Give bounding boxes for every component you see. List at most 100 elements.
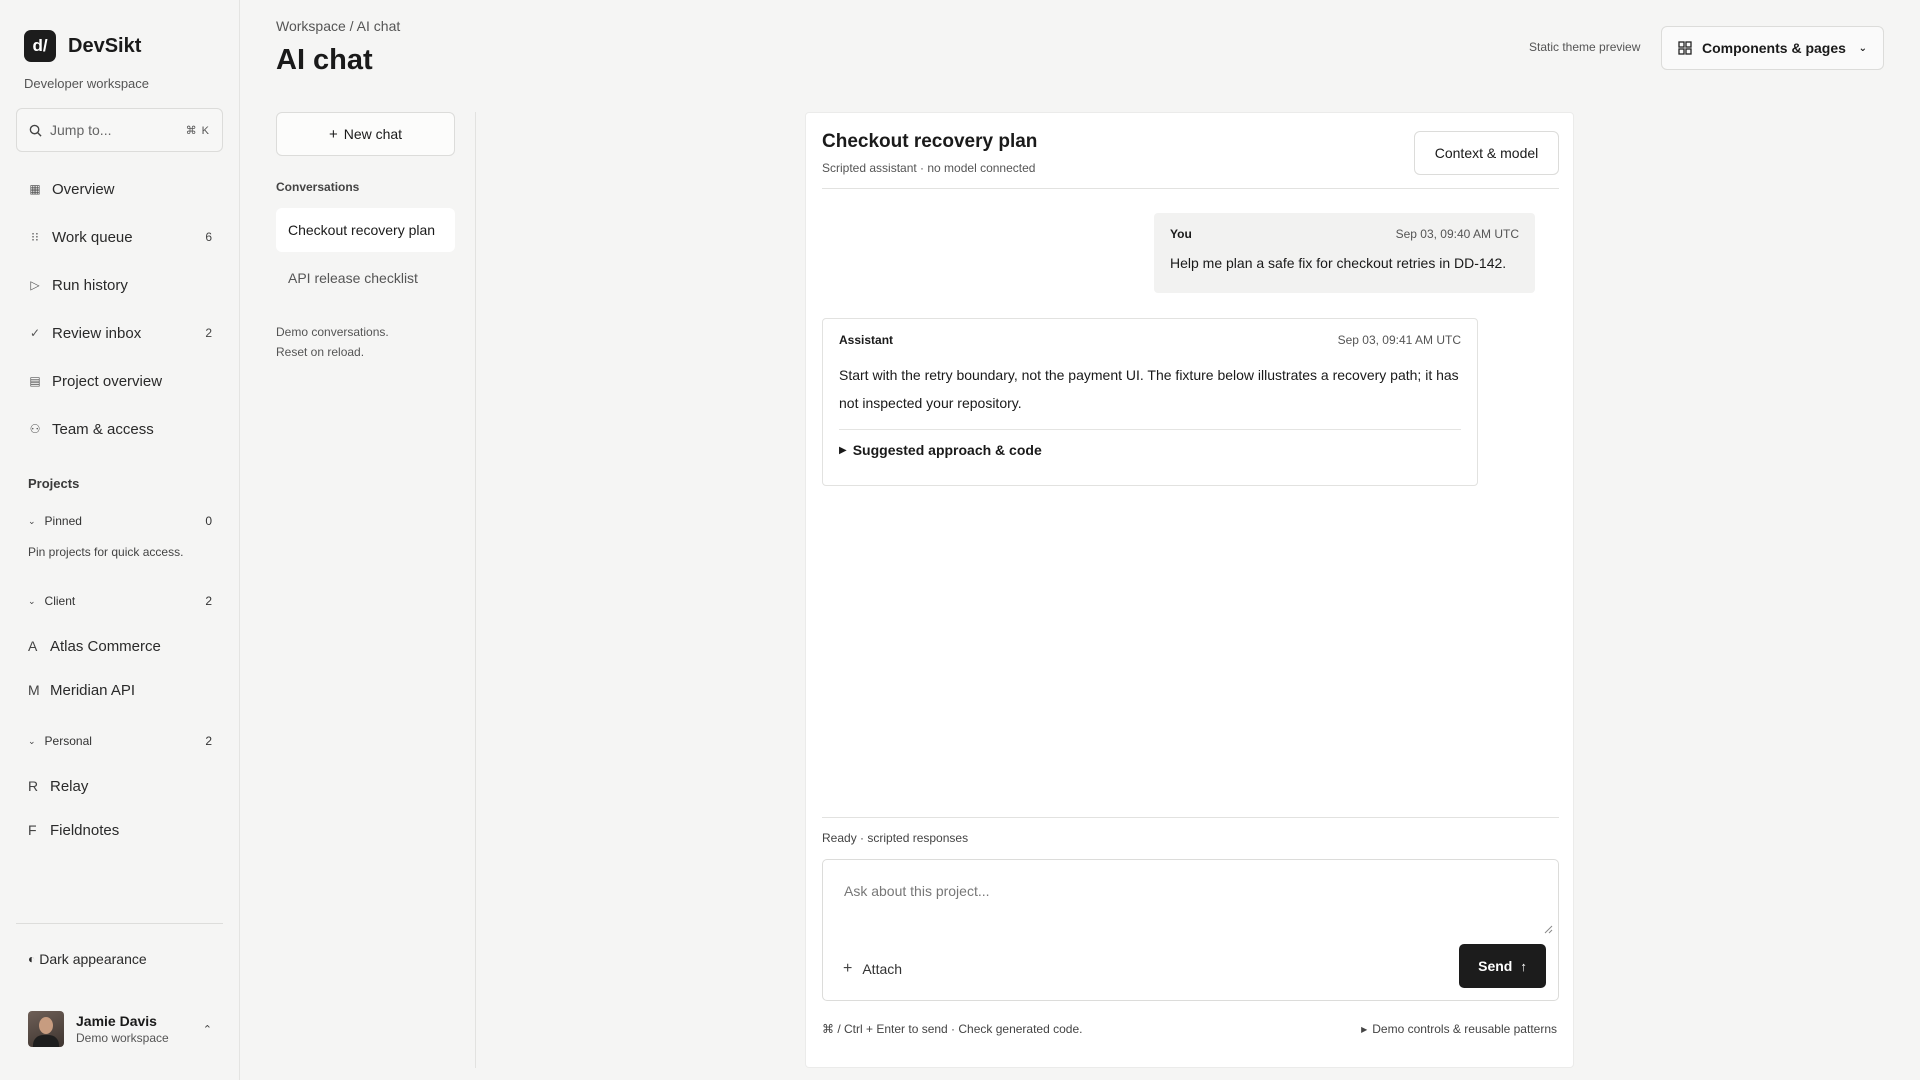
composer: + Attach Send ↑ — [822, 859, 1559, 1001]
conversation-item[interactable]: API release checklist — [276, 256, 455, 300]
group-personal[interactable]: ⌄ Personal 2 — [28, 731, 212, 751]
project-initial: F — [28, 822, 37, 838]
message-text: Help me plan a safe fix for checkout ret… — [1170, 255, 1507, 271]
conversation-item[interactable]: Checkout recovery plan — [276, 208, 455, 252]
plus-icon: + — [843, 960, 853, 977]
new-chat-button[interactable]: + New chat — [276, 112, 455, 156]
context-model-button[interactable]: Context & model — [1414, 131, 1559, 175]
user-message: You Sep 03, 09:40 AM UTC Help me plan a … — [1154, 213, 1535, 293]
nav-count: 2 — [205, 326, 212, 340]
group-client[interactable]: ⌄ Client 2 — [28, 591, 212, 611]
composer-divider — [822, 817, 1559, 818]
nav-count: 6 — [205, 230, 212, 244]
message-text: Start with the retry boundary, not the p… — [839, 367, 1459, 411]
jump-to-search[interactable]: Jump to... ⌘ K — [16, 108, 223, 152]
search-icon — [29, 124, 42, 137]
chevron-down-icon: ⌄ — [28, 595, 36, 606]
pinned-hint: Pin projects for quick access. — [28, 545, 184, 559]
nav-label: Work queue — [52, 228, 133, 246]
demo-note: Demo conversations. Reset on reload. — [276, 322, 389, 362]
keyboard-hint: ⌘ / Ctrl + Enter to send · Check generat… — [822, 1022, 1083, 1036]
arrow-up-icon: ↑ — [1520, 958, 1527, 974]
chevron-down-icon: ⌄ — [28, 735, 36, 746]
group-count: 2 — [205, 594, 212, 608]
avatar — [28, 1011, 64, 1047]
suggested-approach-toggle[interactable]: ▶ Suggested approach & code — [839, 442, 1461, 458]
caret-right-icon: ▶ — [839, 444, 847, 456]
jump-shortcut: ⌘ K — [185, 124, 210, 137]
nav-label: Overview — [52, 180, 115, 198]
project-label: Relay — [50, 777, 89, 795]
user-menu[interactable]: Jamie Davis Demo workspace ⌃ — [28, 1010, 212, 1048]
new-chat-label: New chat — [343, 126, 403, 142]
group-count: 0 — [205, 514, 212, 528]
message-input[interactable] — [824, 861, 1557, 937]
nav-project-overview[interactable]: ▤ Project overview — [28, 367, 212, 395]
project-label: Fieldnotes — [50, 821, 120, 839]
project-label: Meridian API — [50, 681, 136, 699]
nav-label: Review inbox — [52, 324, 142, 342]
chat-panel: Checkout recovery plan Scripted assistan… — [805, 112, 1574, 1068]
chat-header-divider — [822, 188, 1559, 189]
chat-subtitle: Scripted assistant · no model connected — [822, 161, 1036, 175]
dark-appearance-toggle[interactable]: ◐ Dark appearance — [28, 951, 147, 967]
resize-handle-icon[interactable] — [1543, 924, 1553, 934]
workspace-subtitle: Developer workspace — [24, 76, 150, 91]
message-timestamp: Sep 03, 09:40 AM UTC — [1395, 227, 1519, 241]
nav-run-history[interactable]: ▷ Run history — [28, 271, 212, 299]
conversations-title: Conversations — [276, 180, 360, 194]
chat-title: Checkout recovery plan — [822, 131, 1038, 152]
attach-button[interactable]: + Attach — [843, 960, 902, 978]
project-initial: M — [28, 682, 40, 698]
grid-icon: ▦ — [29, 182, 41, 196]
nav-label: Project overview — [52, 372, 163, 390]
project-atlas-commerce[interactable]: A Atlas Commerce — [28, 634, 161, 658]
table-icon: ▤ — [29, 374, 41, 388]
brand[interactable]: d/ DevSikt — [24, 30, 141, 62]
user-workspace: Demo workspace — [76, 1031, 169, 1045]
nav-label: Team & access — [52, 420, 154, 438]
caret-right-icon: ▶ — [1361, 1024, 1368, 1034]
components-label: Components & pages — [1702, 40, 1846, 56]
send-button[interactable]: Send ↑ — [1459, 944, 1546, 988]
group-label: Client — [44, 594, 76, 608]
users-icon: ⚇ — [29, 422, 41, 436]
projects-title: Projects — [28, 476, 80, 491]
grid-icon — [1678, 41, 1692, 55]
demo-note-line: Demo conversations. — [276, 325, 389, 339]
theme-note: Static theme preview — [1529, 40, 1641, 54]
nav-review-inbox[interactable]: ✓ Review inbox 2 — [28, 319, 212, 347]
nav-overview[interactable]: ▦ Overview — [28, 175, 212, 203]
message-timestamp: Sep 03, 09:41 AM UTC — [1337, 333, 1461, 347]
group-label: Pinned — [44, 514, 82, 528]
message-author: You — [1170, 227, 1192, 241]
brand-name: DevSikt — [68, 34, 142, 57]
group-pinned[interactable]: ⌄ Pinned 0 — [28, 511, 212, 531]
message-divider — [839, 429, 1461, 430]
nav-work-queue[interactable]: ⁝⁝ Work queue 6 — [28, 223, 212, 251]
breadcrumb[interactable]: Workspace / AI chat — [276, 18, 400, 34]
send-label: Send — [1478, 958, 1513, 974]
status-line: Ready · scripted responses — [822, 831, 969, 845]
project-relay[interactable]: R Relay — [28, 774, 88, 798]
sidebar: d/ DevSikt Developer workspace Jump to..… — [0, 0, 240, 1080]
project-meridian-api[interactable]: M Meridian API — [28, 678, 135, 702]
details-summary: Suggested approach & code — [852, 442, 1042, 458]
brand-logo: d/ — [24, 30, 56, 62]
nav-label: Run history — [52, 276, 128, 294]
group-label: Personal — [44, 734, 92, 748]
demo-controls-toggle[interactable]: ▶ Demo controls & reusable patterns — [1361, 1022, 1557, 1036]
nav-team-access[interactable]: ⚇ Team & access — [28, 415, 212, 443]
panel-divider — [475, 112, 476, 1068]
chevron-up-icon: ⌃ — [202, 1023, 212, 1036]
project-fieldnotes[interactable]: F Fieldnotes — [28, 818, 119, 842]
demo-controls-label: Demo controls & reusable patterns — [1372, 1022, 1557, 1036]
components-pages-button[interactable]: Components & pages ⌄ — [1661, 26, 1884, 70]
chevron-down-icon: ⌄ — [1858, 42, 1867, 54]
half-moon-icon: ◐ — [28, 952, 36, 966]
project-initial: A — [28, 638, 38, 654]
project-label: Atlas Commerce — [50, 637, 161, 655]
assistant-message: Assistant Sep 03, 09:41 AM UTC Start wit… — [822, 318, 1478, 486]
message-author: Assistant — [839, 333, 894, 347]
project-initial: R — [28, 778, 39, 794]
